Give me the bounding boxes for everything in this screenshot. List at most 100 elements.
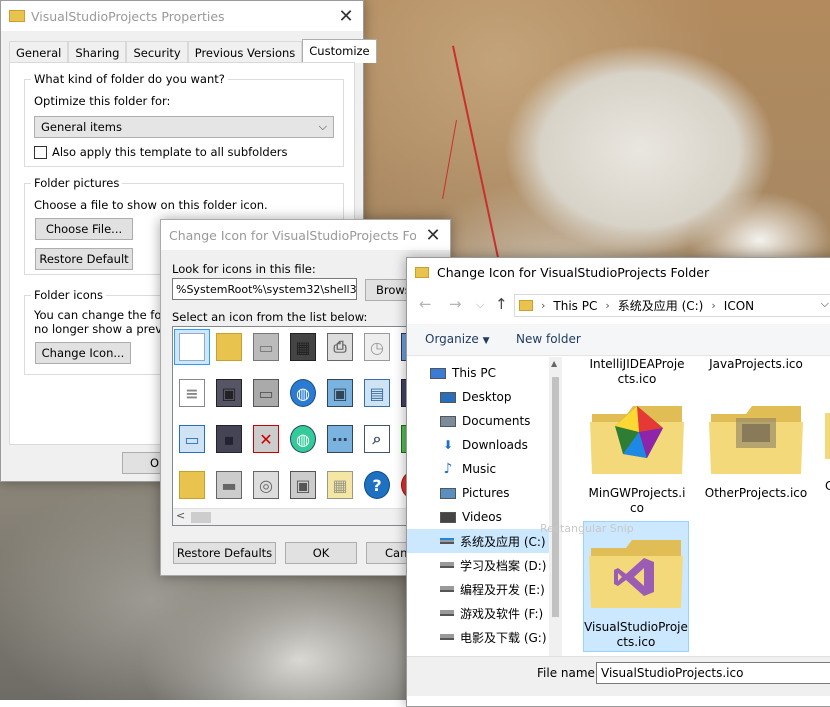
chevron-down-icon[interactable]: ⌵ — [821, 297, 829, 311]
nav-item[interactable]: Pictures — [407, 481, 562, 505]
nav-item[interactable]: This PC — [407, 361, 562, 385]
cd-drive-icon[interactable]: ◎ — [248, 467, 284, 503]
new-folder-button[interactable]: New folder — [516, 332, 581, 346]
scroll-left-icon[interactable]: < — [176, 509, 185, 522]
file-name-line1: JavaProjects.ico — [709, 357, 803, 371]
nav-item[interactable]: ♪ Music — [407, 457, 562, 481]
folder-icon[interactable] — [211, 329, 247, 365]
file-name-label: File name: — [537, 666, 599, 680]
nav-item-label: 学习及档案 (D:) — [460, 558, 547, 573]
nav-item[interactable]: Desktop — [407, 385, 562, 409]
network-computer-icon[interactable]: ▣ — [322, 375, 358, 411]
grid-document-icon[interactable]: ▦ — [322, 467, 358, 503]
drive-icon — [440, 562, 454, 568]
nav-item[interactable]: 系统及应用 (C:) — [407, 529, 562, 553]
text-document-icon[interactable]: ≡ — [174, 375, 210, 411]
folder-icon — [415, 267, 429, 278]
network-drive-icon[interactable]: ▭ — [248, 375, 284, 411]
tab-customize[interactable]: Customize — [302, 39, 377, 63]
disconnected-drive-icon[interactable]: ✕ — [248, 421, 284, 457]
globe-icon[interactable]: ◍ — [285, 375, 321, 411]
cancel-button[interactable]: Canc — [366, 542, 411, 564]
ok-button[interactable]: Ok — [122, 452, 162, 474]
subfolders-checkbox-label: Also apply this template to all subfolde… — [52, 145, 288, 159]
printer-icon[interactable]: ⎙ — [322, 329, 358, 365]
help-icon[interactable]: ? — [359, 467, 395, 503]
window-icon-glyph: ▭ — [179, 425, 205, 453]
file-item-partial[interactable]: C — [825, 413, 830, 494]
subfolders-checkbox[interactable] — [34, 146, 47, 159]
windows-drive-icon — [440, 538, 454, 544]
organize-button[interactable]: Organize ▼ — [425, 332, 490, 346]
navigation-scrollbar[interactable]: ▲ — [549, 357, 562, 656]
up-arrow-icon[interactable]: ↑ — [495, 295, 508, 313]
removable-drive-icon[interactable]: ▬ — [211, 467, 247, 503]
icon-file-path-input[interactable]: %SystemRoot%\system32\shell32.dll — [172, 278, 357, 300]
nav-item[interactable]: ⬇ Downloads — [407, 433, 562, 457]
horizontal-scrollbar[interactable]: < — [173, 508, 407, 525]
nav-item[interactable]: 电影及下载 (G:) — [407, 625, 562, 649]
recent-chevron-icon[interactable]: ⌵ — [476, 298, 484, 312]
nav-item[interactable]: Documents — [407, 409, 562, 433]
change-icon-titlebar: Change Icon for VisualStudioProjects Fol… — [161, 220, 450, 250]
address-bar[interactable]: › This PC › 系统及应用 (C:) › ICON ⌵ — [514, 294, 830, 317]
drive-icon[interactable]: ▭ — [248, 329, 284, 365]
tab-sharing[interactable]: Sharing — [68, 41, 127, 63]
change-icon-button[interactable]: Change Icon... — [35, 342, 131, 364]
nav-item-label: Downloads — [462, 438, 528, 452]
tab-general[interactable]: General — [9, 41, 69, 63]
file-name-input[interactable]: VisualStudioProjects.ico — [596, 662, 830, 684]
ok-button[interactable]: OK — [285, 542, 357, 564]
downloads-icon: ⬇ — [442, 438, 454, 452]
desktop-computer-icon[interactable]: ▣ — [285, 467, 321, 503]
breadcrumb-this-pc[interactable]: This PC — [553, 299, 597, 313]
videos-icon — [440, 511, 456, 523]
properties-title: VisualStudioProjects Properties — [31, 8, 225, 24]
forward-arrow-icon[interactable]: → — [449, 295, 462, 313]
nav-item[interactable]: Videos — [407, 505, 562, 529]
nav-item-label: Videos — [462, 510, 502, 524]
restore-default-button[interactable]: Restore Default — [35, 248, 133, 270]
nav-item[interactable]: 游戏及软件 (F:) — [407, 601, 562, 625]
world-network-icon[interactable]: ◍ — [285, 421, 321, 457]
file-item-mingw[interactable]: MinGWProjects.i co — [584, 402, 690, 516]
file-item-intellij[interactable]: IntelliJIDEAProje cts.ico — [584, 357, 690, 387]
window-icon[interactable]: ▭ — [174, 421, 210, 457]
navigation-pane: This PC Desktop Documents ⬇ Downloads ♪ Music P… — [407, 357, 562, 656]
drive-icon — [440, 586, 454, 592]
breadcrumb-icon-folder[interactable]: ICON — [724, 299, 754, 313]
close-icon[interactable]: ✕ — [329, 1, 363, 31]
file-item-visualstudio[interactable]: VisualStudioProje cts.ico — [583, 521, 689, 652]
scroll-thumb[interactable] — [552, 377, 559, 617]
file-name-line2: cts.ico — [616, 635, 656, 649]
scroll-thumb[interactable] — [191, 512, 211, 523]
computer-monitor-icon[interactable]: ▣ — [211, 375, 247, 411]
close-icon[interactable]: ✕ — [416, 220, 450, 250]
nav-item-label: Desktop — [462, 390, 512, 404]
optimize-select[interactable]: General items ⌵ — [34, 116, 334, 138]
network-computer-icon-glyph: ▣ — [327, 379, 353, 407]
nav-item[interactable]: 学习及档案 (D:) — [407, 553, 562, 577]
restore-defaults-button[interactable]: Restore Defaults — [173, 542, 276, 564]
floppy-disk-icon[interactable]: ▪ — [211, 421, 247, 457]
nav-item[interactable]: 编程及开发 (E:) — [407, 577, 562, 601]
browse-button[interactable]: Brows — [365, 279, 410, 301]
icon-list[interactable]: ▭▦⎙◷⌘≡▣▭◍▣▤◈▭▪✕◍⋯⌕⬇▬◎▣▦?⏻ < — [172, 326, 408, 526]
blank-document-icon[interactable] — [174, 329, 210, 365]
network-nodes-icon[interactable]: ⋯ — [322, 421, 358, 457]
file-item-other[interactable]: OtherProjects.ico — [703, 402, 809, 501]
presentation-icon[interactable]: ▤ — [359, 375, 395, 411]
magnifier-icon[interactable]: ⌕ — [359, 421, 395, 457]
memory-chip-icon[interactable]: ▦ — [285, 329, 321, 365]
folder-icon[interactable] — [174, 467, 210, 503]
organize-label: Organize — [425, 332, 479, 346]
tab-previous-versions[interactable]: Previous Versions — [187, 41, 303, 63]
file-item-java[interactable]: JavaProjects.ico — [703, 357, 809, 372]
clock-file-icon[interactable]: ◷ — [359, 329, 395, 365]
tab-security[interactable]: Security — [126, 41, 188, 63]
nav-item-label: Documents — [462, 414, 531, 428]
back-arrow-icon[interactable]: ← — [419, 295, 432, 313]
breadcrumb-drive-c[interactable]: 系统及应用 (C:) — [618, 297, 704, 314]
scroll-up-icon[interactable]: ▲ — [551, 359, 557, 368]
choose-file-button[interactable]: Choose File... — [35, 218, 133, 240]
